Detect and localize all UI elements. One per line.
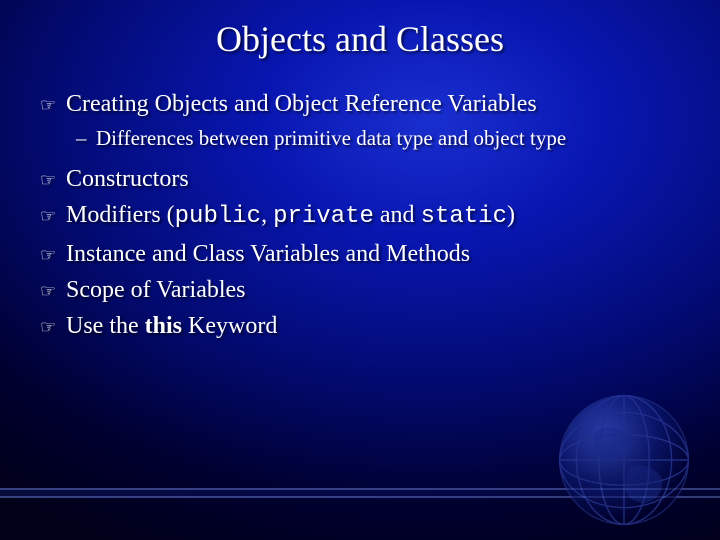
code-private: private <box>273 203 374 230</box>
pointer-icon: ☞ <box>40 199 66 231</box>
bullet-text: Scope of Variables <box>66 274 680 306</box>
pointer-icon: ☞ <box>40 163 66 195</box>
bullet-this-keyword: ☞ Use the this Keyword <box>40 310 680 342</box>
code-static: static <box>421 203 507 230</box>
bullet-modifiers: ☞ Modifiers (public, private and static) <box>40 199 680 233</box>
slide-title: Objects and Classes <box>0 0 720 60</box>
text-fragment: Keyword <box>182 313 277 339</box>
pointer-icon: ☞ <box>40 88 66 120</box>
pointer-icon: ☞ <box>40 310 66 342</box>
text-fragment: , <box>261 202 273 228</box>
bullet-text: Creating Objects and Object Reference Va… <box>66 88 680 120</box>
code-public: public <box>175 203 261 230</box>
bullet-text: Constructors <box>66 163 680 195</box>
bullet-creating-objects: ☞ Creating Objects and Object Reference … <box>40 88 680 120</box>
pointer-icon: ☞ <box>40 274 66 306</box>
text-fragment: ) <box>507 202 515 228</box>
bullet-constructors: ☞ Constructors <box>40 163 680 195</box>
slide-body: ☞ Creating Objects and Object Reference … <box>0 60 720 343</box>
subbullet-differences: – Differences between primitive data typ… <box>76 124 680 152</box>
text-fragment: and <box>374 202 421 228</box>
dash-icon: – <box>76 124 96 152</box>
text-fragment: Modifiers ( <box>66 202 175 228</box>
globe-icon <box>554 390 694 530</box>
bullet-text: Use the this Keyword <box>66 310 680 342</box>
bullet-text: Modifiers (public, private and static) <box>66 199 680 233</box>
bullet-scope: ☞ Scope of Variables <box>40 274 680 306</box>
bullet-instance-class: ☞ Instance and Class Variables and Metho… <box>40 238 680 270</box>
keyword-this: this <box>145 313 182 339</box>
text-fragment: Use the <box>66 313 145 339</box>
subbullet-text: Differences between primitive data type … <box>96 124 566 152</box>
pointer-icon: ☞ <box>40 238 66 270</box>
bullet-text: Instance and Class Variables and Methods <box>66 238 680 270</box>
slide: Objects and Classes ☞ Creating Objects a… <box>0 0 720 540</box>
